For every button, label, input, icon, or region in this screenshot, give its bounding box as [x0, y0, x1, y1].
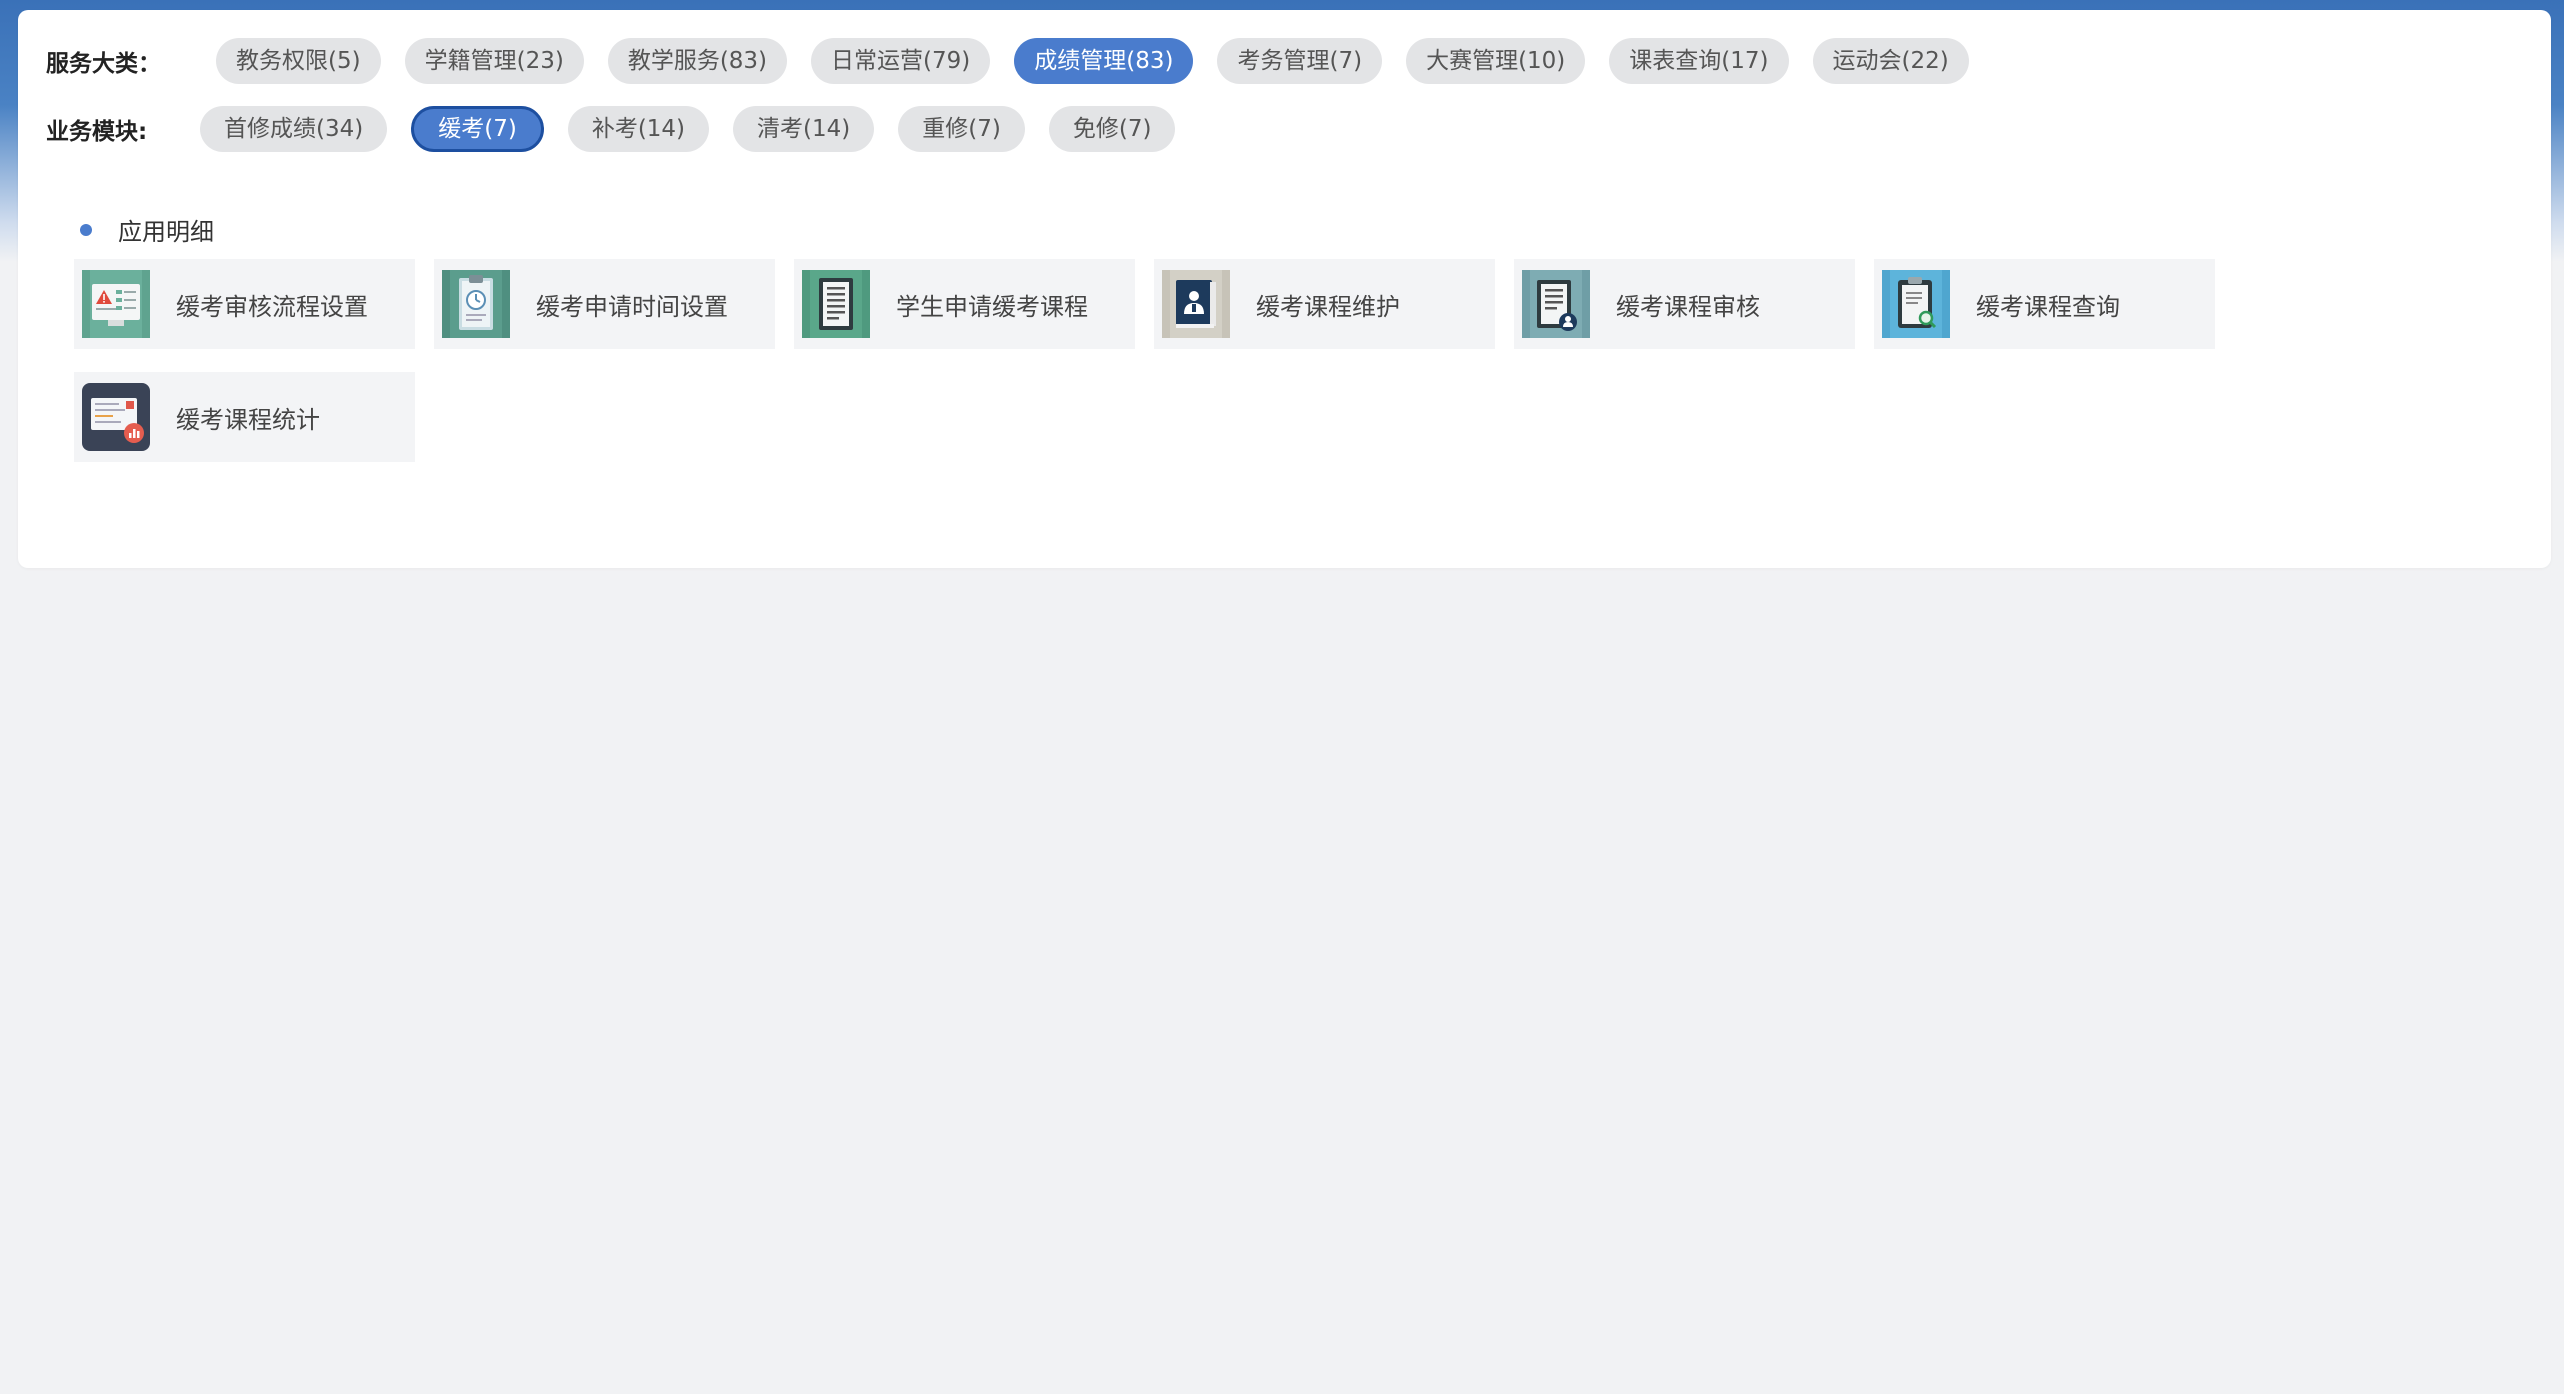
chip-first-grade[interactable]: 首修成绩(34) — [200, 106, 388, 152]
chip-competition-management[interactable]: 大赛管理(10) — [1406, 38, 1586, 84]
service-category-label: 服务大类： — [46, 51, 161, 77]
app-section-title: 应用明细 — [80, 212, 214, 247]
bullet-dot-icon — [80, 223, 92, 236]
audit-flow-settings-icon — [82, 270, 150, 338]
chip-daily-operation[interactable]: 日常运营(79) — [811, 38, 991, 84]
business-module-chips: 首修成绩(34) 缓考(7) 补考(14) 清考(14) 重修(7) 免修(7) — [200, 106, 1199, 152]
app-tile-label: 学生申请缓考课程 — [896, 292, 1088, 321]
clipboard-search-icon — [1882, 270, 1950, 338]
app-tile-course-statistics[interactable]: 缓考课程统计 — [74, 372, 415, 462]
document-list-icon — [802, 270, 870, 338]
app-tile-course-query[interactable]: 缓考课程查询 — [1874, 259, 2215, 349]
chip-clear-exam[interactable]: 清考(14) — [733, 106, 875, 152]
app-tile-label: 缓考课程审核 — [1616, 292, 1760, 321]
app-tile-application-time-settings[interactable]: 缓考申请时间设置 — [434, 259, 775, 349]
chip-student-status[interactable]: 学籍管理(23) — [404, 38, 584, 84]
chip-retake[interactable]: 重修(7) — [898, 106, 1025, 152]
app-tile-course-maintenance[interactable]: 缓考课程维护 — [1154, 259, 1495, 349]
app-tile-label: 缓考课程统计 — [176, 405, 320, 434]
app-tile-label: 缓考课程查询 — [1976, 292, 2120, 321]
service-category-row: 服务大类： 教务权限(5) 学籍管理(23) 教学服务(83) 日常运营(79)… — [46, 38, 1993, 84]
chip-exam-affairs[interactable]: 考务管理(7) — [1217, 38, 1383, 84]
chip-academic-permission[interactable]: 教务权限(5) — [216, 38, 381, 84]
document-user-icon — [1522, 270, 1590, 338]
chip-timetable-query[interactable]: 课表查询(17) — [1609, 38, 1789, 84]
app-section-title-text: 应用明细 — [118, 218, 214, 246]
chip-deferred-exam[interactable]: 缓考(7) — [411, 106, 544, 152]
app-tile-course-audit[interactable]: 缓考课程审核 — [1514, 259, 1855, 349]
chip-teaching-service[interactable]: 教学服务(83) — [607, 38, 788, 84]
clipboard-clock-icon — [442, 270, 510, 338]
chip-grade-management[interactable]: 成绩管理(83) — [1014, 38, 1194, 84]
stats-chart-icon — [82, 383, 150, 451]
book-person-icon — [1162, 270, 1230, 338]
app-tile-label: 缓考课程维护 — [1256, 292, 1400, 321]
business-module-row: 业务模块: 首修成绩(34) 缓考(7) 补考(14) 清考(14) 重修(7)… — [46, 106, 1199, 152]
business-module-label: 业务模块: — [46, 119, 148, 145]
app-tile-audit-flow-settings[interactable]: 缓考审核流程设置 — [74, 259, 415, 349]
app-tile-label: 缓考申请时间设置 — [536, 292, 728, 321]
content-card: 服务大类： 教务权限(5) 学籍管理(23) 教学服务(83) 日常运营(79)… — [18, 10, 2551, 568]
chip-makeup-exam[interactable]: 补考(14) — [567, 106, 710, 152]
app-tile-student-apply-deferred[interactable]: 学生申请缓考课程 — [794, 259, 1135, 349]
service-category-chips: 教务权限(5) 学籍管理(23) 教学服务(83) 日常运营(79) 成绩管理(… — [216, 38, 1993, 84]
chip-exemption[interactable]: 免修(7) — [1048, 106, 1176, 152]
app-tile-label: 缓考审核流程设置 — [176, 292, 368, 321]
chip-sports-meet[interactable]: 运动会(22) — [1812, 38, 1969, 84]
